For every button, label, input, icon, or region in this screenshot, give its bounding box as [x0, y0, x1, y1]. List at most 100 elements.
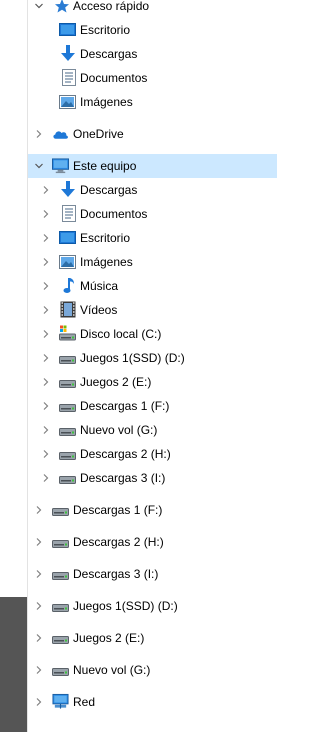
videos-icon — [59, 301, 76, 317]
network-icon — [52, 693, 69, 709]
drive-icon — [59, 352, 76, 368]
chevron-right-icon[interactable] — [41, 425, 51, 435]
nav-item-label: Juegos 2 (E:) — [80, 375, 152, 389]
chevron-right-icon[interactable] — [41, 377, 51, 387]
chevron-down-icon[interactable] — [34, 161, 44, 171]
nav-item-label: Juegos 1(SSD) (D:) — [73, 599, 178, 613]
nav-item-pc-drive-g[interactable]: Nuevo vol (G:) — [28, 418, 277, 442]
nav-item-label: Red — [73, 695, 96, 709]
nav-item-pc-drive-d[interactable]: Juegos 1(SSD) (D:) — [28, 346, 277, 370]
nav-item-drive-f[interactable]: Descargas 1 (F:) — [28, 498, 277, 522]
nav-item-drive-g[interactable]: Nuevo vol (G:) — [28, 658, 277, 682]
nav-item-quick-documents[interactable]: Documentos — [28, 66, 277, 90]
nav-item-quick-downloads[interactable]: Descargas — [28, 42, 277, 66]
nav-item-pc-desktop[interactable]: Escritorio — [28, 226, 277, 250]
computer-icon — [52, 158, 69, 174]
nav-item-label: Documentos — [80, 71, 148, 85]
background-window-dark-area — [0, 597, 27, 732]
nav-item-label: Imágenes — [80, 95, 133, 109]
chevron-right-icon[interactable] — [34, 537, 44, 547]
drive-icon — [59, 424, 76, 440]
nav-item-label: Escritorio — [80, 23, 131, 37]
chevron-right-icon[interactable] — [41, 329, 51, 339]
nav-item-pc-documents[interactable]: Documentos — [28, 202, 277, 226]
nav-item-label: Descargas 3 (I:) — [73, 567, 159, 581]
nav-item-quick-access[interactable]: Acceso rápido — [28, 0, 277, 18]
chevron-right-icon[interactable] — [41, 233, 51, 243]
nav-item-label: Descargas — [80, 47, 138, 61]
drive-icon — [52, 568, 69, 584]
chevron-right-icon[interactable] — [34, 697, 44, 707]
chevron-right-icon[interactable] — [41, 401, 51, 411]
nav-item-pc-drive-c[interactable]: Disco local (C:) — [28, 322, 277, 346]
nav-item-label: Imágenes — [80, 255, 133, 269]
nav-item-pc-downloads[interactable]: Descargas — [28, 178, 277, 202]
nav-item-pc-drive-h[interactable]: Descargas 2 (H:) — [28, 442, 277, 466]
drive-icon — [52, 504, 69, 520]
nav-item-label: Descargas 1 (F:) — [73, 503, 163, 517]
nav-item-label: Música — [80, 279, 119, 293]
chevron-right-icon[interactable] — [34, 569, 44, 579]
chevron-right-icon[interactable] — [41, 353, 51, 363]
nav-item-label: Descargas 2 (H:) — [80, 447, 171, 461]
nav-item-label: Escritorio — [80, 231, 131, 245]
nav-item-label: Descargas 1 (F:) — [80, 399, 170, 413]
chevron-right-icon[interactable] — [41, 305, 51, 315]
nav-item-label: Juegos 1(SSD) (D:) — [80, 351, 185, 365]
drive-icon — [52, 600, 69, 616]
nav-item-label: Disco local (C:) — [80, 327, 162, 341]
nav-item-pc-drive-f[interactable]: Descargas 1 (F:) — [28, 394, 277, 418]
documents-icon — [60, 68, 77, 86]
nav-item-drive-e[interactable]: Juegos 2 (E:) — [28, 626, 277, 650]
chevron-right-icon[interactable] — [41, 473, 51, 483]
nav-item-pc-drive-i[interactable]: Descargas 3 (I:) — [28, 466, 277, 490]
desktop-icon — [59, 22, 76, 38]
nav-item-pc-music[interactable]: Música — [28, 274, 277, 298]
drive-icon — [52, 632, 69, 648]
nav-item-label: Descargas — [80, 183, 138, 197]
star-icon — [53, 0, 70, 14]
nav-item-drive-d[interactable]: Juegos 1(SSD) (D:) — [28, 594, 277, 618]
nav-item-label: Descargas 2 (H:) — [73, 535, 164, 549]
nav-item-label: Este equipo — [73, 159, 137, 173]
nav-item-label: Juegos 2 (E:) — [73, 631, 145, 645]
pictures-icon — [59, 254, 76, 270]
navigation-pane[interactable]: Acceso rápido Escritorio Descargas Docum… — [27, 0, 277, 732]
chevron-right-icon[interactable] — [41, 209, 51, 219]
chevron-right-icon[interactable] — [41, 185, 51, 195]
nav-item-network[interactable]: Red — [28, 690, 277, 714]
nav-item-label: Nuevo vol (G:) — [73, 663, 151, 677]
chevron-right-icon[interactable] — [34, 633, 44, 643]
chevron-right-icon[interactable] — [34, 601, 44, 611]
nav-item-label: Nuevo vol (G:) — [80, 423, 158, 437]
drive-icon — [59, 400, 76, 416]
downloads-icon — [59, 44, 76, 61]
downloads-icon — [59, 180, 76, 197]
nav-item-pc-videos[interactable]: Vídeos — [28, 298, 277, 322]
nav-item-this-pc[interactable]: Este equipo — [28, 154, 277, 178]
chevron-right-icon[interactable] — [41, 449, 51, 459]
music-icon — [60, 277, 77, 293]
nav-item-quick-desktop[interactable]: Escritorio — [28, 18, 277, 42]
nav-item-drive-i[interactable]: Descargas 3 (I:) — [28, 562, 277, 586]
pictures-icon — [59, 94, 76, 110]
chevron-right-icon[interactable] — [34, 505, 44, 515]
nav-item-label: Acceso rápido — [73, 0, 150, 13]
chevron-down-icon[interactable] — [34, 1, 44, 11]
nav-item-label: Descargas 3 (I:) — [80, 471, 166, 485]
nav-item-pc-pictures[interactable]: Imágenes — [28, 250, 277, 274]
chevron-right-icon[interactable] — [41, 257, 51, 267]
chevron-right-icon[interactable] — [34, 665, 44, 675]
chevron-right-icon[interactable] — [41, 281, 51, 291]
chevron-right-icon[interactable] — [34, 129, 44, 139]
nav-item-onedrive[interactable]: OneDrive — [28, 122, 277, 146]
nav-item-quick-pictures[interactable]: Imágenes — [28, 90, 277, 114]
drive-icon — [59, 472, 76, 488]
nav-item-label: Vídeos — [80, 303, 118, 317]
drive-icon — [59, 376, 76, 392]
nav-item-pc-drive-e[interactable]: Juegos 2 (E:) — [28, 370, 277, 394]
nav-item-label: OneDrive — [73, 127, 124, 141]
nav-item-drive-h[interactable]: Descargas 2 (H:) — [28, 530, 277, 554]
system-drive-icon — [59, 325, 76, 341]
drive-icon — [59, 448, 76, 464]
